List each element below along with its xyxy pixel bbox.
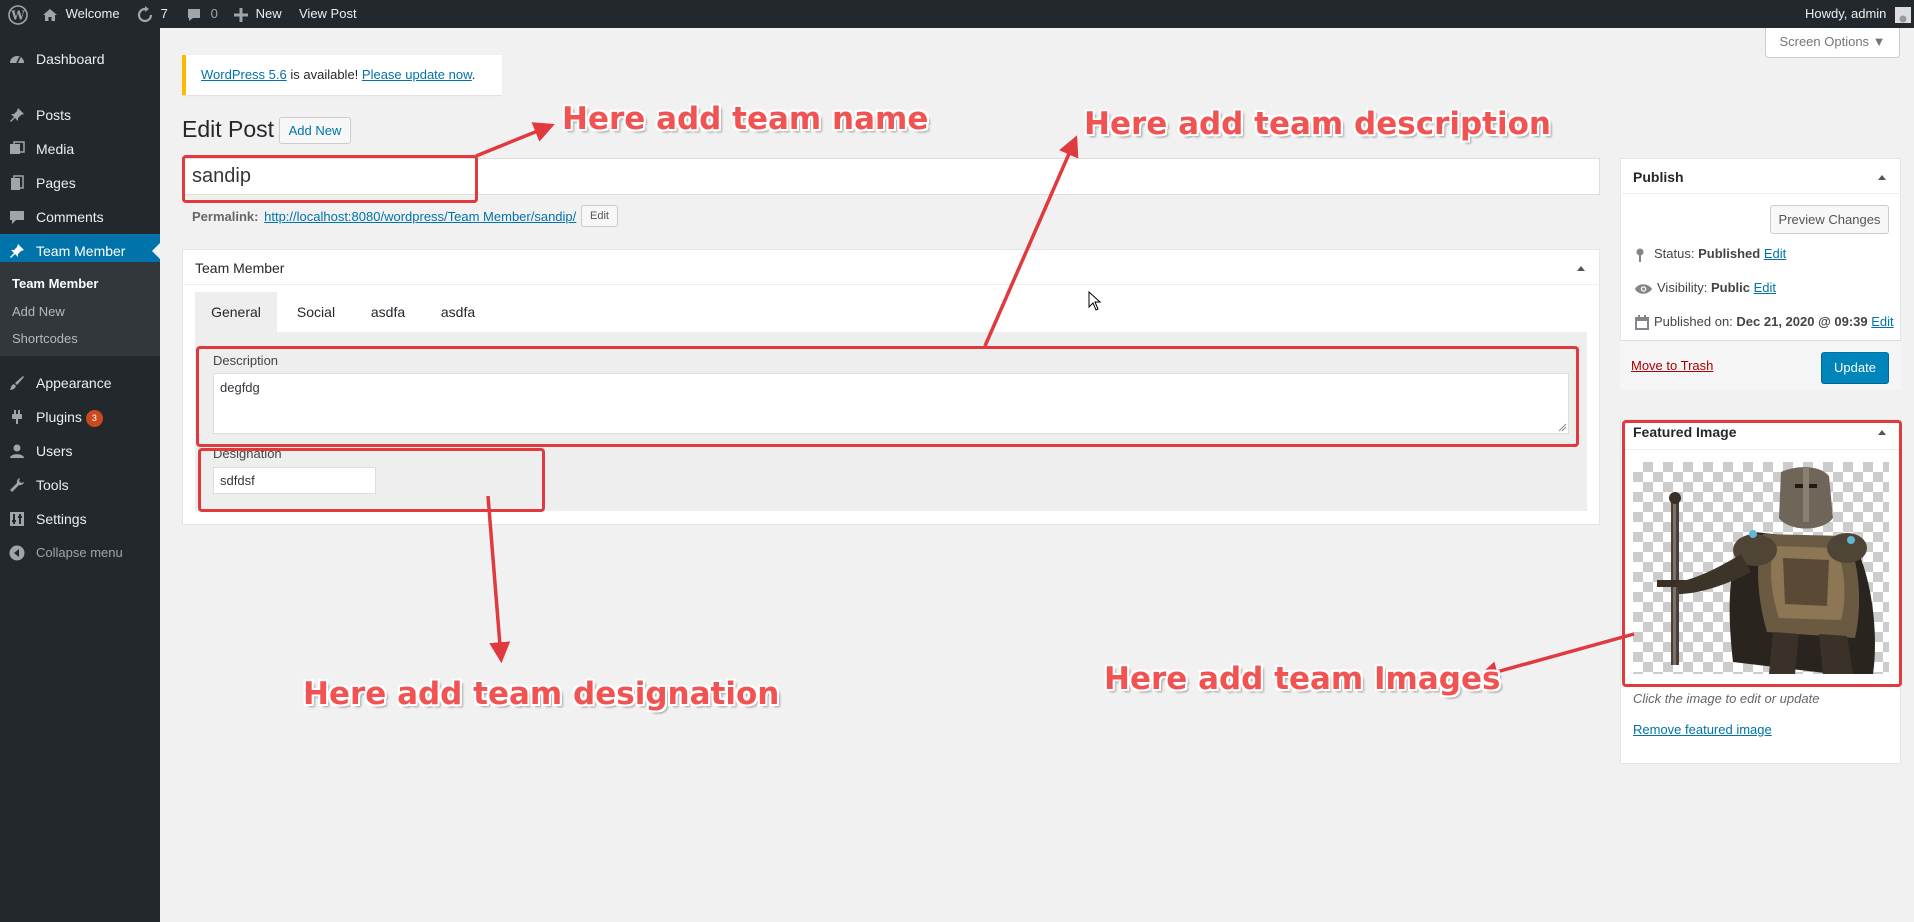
sidebar-item-comments[interactable]: Comments — [0, 200, 160, 234]
plugins-update-count-badge: 3 — [85, 409, 103, 427]
edit-visibility-link[interactable]: Edit — [1754, 280, 1776, 295]
plug-icon — [12, 410, 22, 424]
plus-icon — [234, 7, 248, 22]
settings-icon — [10, 512, 24, 526]
sidebar-item-pages[interactable]: Pages — [0, 166, 160, 200]
calendar-icon — [1635, 314, 1649, 330]
refresh-icon — [137, 5, 153, 22]
published-on-row: Published on: Dec 21, 2020 @ 09:39 Edit — [1634, 314, 1894, 331]
annotation-box-featured-image — [1622, 420, 1902, 687]
update-now-link[interactable]: Please update now — [362, 67, 472, 82]
arrow-to-title — [475, 122, 555, 158]
status-row: Status: Published Edit — [1634, 246, 1786, 263]
media-icon — [10, 141, 25, 154]
add-new-button[interactable]: Add New — [279, 117, 351, 144]
howdy-user-menu[interactable]: Howdy, admin — [1805, 0, 1912, 28]
admin-sidebar: Dashboard Posts Media Pages Comments Tea… — [0, 28, 160, 922]
brush-icon — [10, 376, 24, 390]
sidebar-item-dashboard[interactable]: Dashboard — [0, 42, 160, 76]
move-to-trash-link[interactable]: Move to Trash — [1631, 358, 1713, 373]
submenu-item-shortcodes[interactable]: Shortcodes — [12, 331, 78, 346]
sidebar-item-users[interactable]: Users — [0, 434, 160, 468]
eye-icon — [1634, 283, 1653, 294]
site-name-link[interactable]: Welcome — [42, 0, 120, 28]
wordpress-logo-icon[interactable]: W — [8, 0, 28, 28]
user-icon — [10, 444, 24, 458]
preview-changes-button[interactable]: Preview Changes — [1770, 205, 1889, 234]
update-button[interactable]: Update — [1821, 352, 1889, 384]
svg-text:W: W — [10, 8, 25, 22]
wrench-icon — [10, 478, 24, 492]
arrow-to-images — [1476, 632, 1635, 682]
tab-asdfa-1[interactable]: asdfa — [357, 292, 419, 332]
edit-permalink-button[interactable]: Edit — [581, 205, 618, 227]
collapse-arrow-icon[interactable] — [1575, 263, 1587, 273]
remove-featured-image-link[interactable]: Remove featured image — [1633, 722, 1772, 737]
publish-title: Publish — [1633, 169, 1684, 185]
avatar — [1895, 6, 1912, 23]
publish-divider — [1620, 193, 1901, 194]
comment-icon — [10, 211, 24, 224]
permalink-row: Permalink: http://localhost:8080/wordpre… — [192, 209, 577, 224]
sidebar-item-posts[interactable]: Posts — [0, 98, 160, 132]
comments-link[interactable]: 0 — [186, 0, 218, 28]
sidebar-item-plugins[interactable]: Plugins 3 — [0, 400, 160, 434]
mouse-cursor-icon — [1088, 291, 1102, 311]
annotation-team-description: Here add team description — [1084, 106, 1551, 142]
tab-general[interactable]: General — [195, 292, 277, 332]
edit-status-link[interactable]: Edit — [1764, 246, 1786, 261]
pin-icon — [10, 108, 24, 122]
comment-bubble-icon — [188, 8, 200, 21]
annotation-team-images: Here add team Images — [1104, 661, 1501, 697]
visibility-row: Visibility: Public Edit — [1634, 280, 1776, 296]
pin-status-icon — [1636, 248, 1644, 262]
view-post-link[interactable]: View Post — [299, 0, 357, 28]
wordpress-version-link[interactable]: WordPress 5.6 — [201, 67, 287, 82]
featured-image-hint: Click the image to edit or update — [1633, 691, 1820, 706]
annotation-box-title — [182, 155, 478, 203]
collapse-menu-button[interactable]: Collapse menu — [0, 536, 160, 570]
admin-bar: W Welcome 7 0 New View Post Howdy, admin — [0, 0, 1914, 28]
dashboard-icon — [10, 56, 24, 64]
home-icon — [43, 8, 57, 21]
metabox-divider — [182, 284, 1600, 285]
pages-icon — [11, 175, 24, 190]
annotation-team-designation: Here add team designation — [303, 676, 780, 712]
team-member-metabox-title: Team Member — [195, 260, 285, 276]
annotation-box-designation — [198, 448, 545, 512]
new-content-link[interactable]: New — [234, 0, 282, 28]
pin-icon — [10, 244, 24, 258]
sidebar-item-media[interactable]: Media — [0, 132, 160, 166]
sidebar-item-settings[interactable]: Settings — [0, 502, 160, 536]
collapse-icon — [9, 545, 25, 561]
update-notice: WordPress 5.6 is available! Please updat… — [182, 55, 502, 95]
collapse-arrow-icon[interactable] — [1876, 172, 1888, 182]
sidebar-item-appearance[interactable]: Appearance — [0, 366, 160, 400]
annotation-box-description — [196, 346, 1579, 447]
team-member-submenu: Team Member Add New Shortcodes — [0, 262, 160, 356]
sidebar-item-tools[interactable]: Tools — [0, 468, 160, 502]
updates-link[interactable]: 7 — [136, 0, 168, 28]
tab-asdfa-2[interactable]: asdfa — [427, 292, 489, 332]
tab-social[interactable]: Social — [280, 292, 352, 332]
page-title: Edit Post — [182, 116, 275, 142]
annotation-team-name: Here add team name — [562, 101, 929, 137]
screen-options-button[interactable]: Screen Options ▼ — [1765, 28, 1900, 58]
permalink-url-link[interactable]: http://localhost:8080/wordpress/Team Mem… — [264, 209, 576, 224]
submenu-item-add-new[interactable]: Add New — [12, 304, 65, 319]
edit-date-link[interactable]: Edit — [1871, 314, 1893, 329]
submenu-item-team-member[interactable]: Team Member — [12, 276, 98, 291]
